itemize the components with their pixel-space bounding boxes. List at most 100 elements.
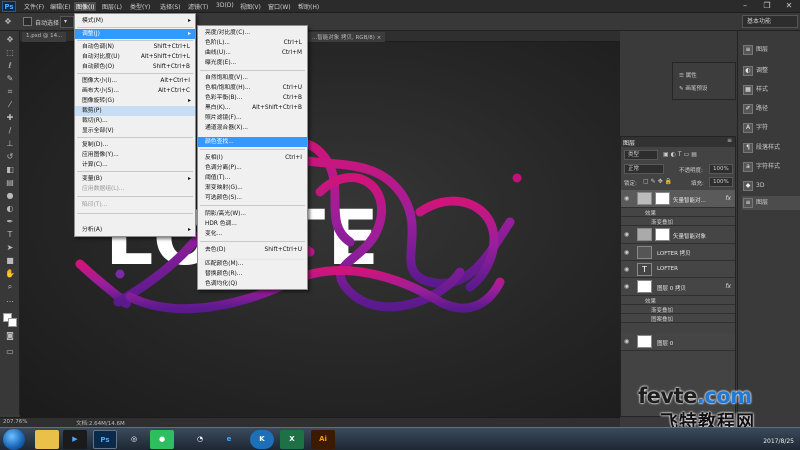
menu-view[interactable]: 视图(V) (238, 2, 263, 11)
menu-item-photo-filter[interactable]: 照片滤镜(F)... (198, 113, 307, 123)
workspace-switcher[interactable]: 基本功能 (742, 15, 798, 28)
restore-icon[interactable]: ❐ (756, 0, 778, 13)
eyedropper-icon[interactable]: ⁄ (5, 100, 15, 110)
menu-item-match-color[interactable]: 匹配颜色(M)... (198, 259, 307, 269)
document-tab-1[interactable]: 1.psd @ 14... (22, 32, 67, 42)
layer-row-layer0-copy[interactable]: ◉ 图层 0 拷贝 fx (621, 278, 735, 296)
close-icon[interactable]: ✕ (778, 0, 800, 13)
opacity-input[interactable]: 100% (709, 164, 733, 174)
layer-effect-gradient-overlay[interactable]: 渐变叠加 (621, 305, 735, 314)
dock-paths-button[interactable]: ✐ 路径 (742, 102, 800, 116)
menu-item-levels[interactable]: 色阶(L)... Ctrl+L (198, 38, 307, 48)
menu-edit[interactable]: 编辑(E) (48, 2, 72, 11)
photoshop-taskbar-icon[interactable]: Ps (93, 430, 117, 449)
fx-badge[interactable]: fx (725, 283, 731, 290)
eye-icon[interactable]: ◉ (624, 231, 632, 239)
layer-row-vector-smart-object-copy[interactable]: ◉ 矢量智能对... fx (621, 190, 735, 208)
move-icon[interactable]: ✥ (5, 35, 15, 45)
menu-item-crop[interactable]: 裁剪(P) (75, 106, 195, 116)
marquee-icon[interactable]: ⬚ (5, 48, 15, 58)
auto-select-checkbox[interactable] (23, 17, 32, 26)
menu-item-exposure[interactable]: 曝光度(E)... (198, 58, 307, 68)
menu-item-gradient-map[interactable]: 渐变映射(G)... (198, 183, 307, 193)
dock-3d-button[interactable]: ◆ 3D (742, 179, 800, 193)
qq-icon[interactable]: ◔ (188, 430, 212, 449)
blend-mode-select[interactable]: 正常 (624, 164, 664, 174)
layer-row-lofter[interactable]: ◉ T LOFTER (621, 261, 735, 278)
layer-row-layer0[interactable]: ◉ 图层 0 (621, 333, 735, 351)
rectangle-icon[interactable]: ■ (5, 256, 15, 266)
dock-paragraph-styles-button[interactable]: ¶ 段落样式 (742, 141, 800, 155)
menu-help[interactable]: 帮助(H) (296, 2, 321, 11)
blur-icon[interactable]: ● (5, 191, 15, 201)
layer-row-lofter-copy[interactable]: ◉ LOFTER 拷贝 (621, 244, 735, 261)
screen-mode-icon[interactable]: ▭ (5, 347, 15, 357)
minimize-icon[interactable]: – (734, 0, 756, 13)
menu-layer[interactable]: 图层(L) (100, 2, 124, 11)
menu-image[interactable]: 图像(I) (74, 2, 97, 11)
fill-input[interactable]: 100% (709, 177, 733, 187)
quick-mask-icon[interactable]: ◙ (5, 331, 15, 341)
more-tools-icon[interactable]: … (5, 295, 15, 305)
pen-icon[interactable]: ✒ (5, 217, 15, 227)
fx-badge[interactable]: fx (725, 195, 731, 202)
layer-row-vector-smart-object[interactable]: ◉ 矢量智能对象 (621, 226, 735, 244)
brush-presets-panel-button[interactable]: ✎ 画笔预设 (679, 84, 707, 92)
move-tool-icon[interactable]: ✥ (3, 17, 13, 27)
document-tab-2[interactable]: ...智能对象 拷贝, RGB/8) × (308, 32, 386, 42)
excel-icon[interactable]: X (280, 430, 304, 449)
zoom-readout[interactable]: 207.76% (3, 419, 27, 425)
history-brush-icon[interactable]: ↺ (5, 152, 15, 162)
type-icon[interactable]: T (5, 230, 15, 240)
dodge-icon[interactable]: ◐ (5, 204, 15, 214)
menu-item-variations[interactable]: 变化... (198, 229, 307, 239)
menu-item-auto-contrast[interactable]: 自动对比度(U) Alt+Shift+Ctrl+L (75, 52, 195, 62)
file-explorer-icon[interactable] (35, 430, 59, 449)
menu-item-posterize[interactable]: 色调分离(P)... (198, 163, 307, 173)
start-button[interactable] (3, 429, 25, 450)
panel-menu-icon[interactable]: ≡ (727, 137, 732, 144)
illustrator-icon[interactable]: Ai (311, 430, 335, 449)
eye-icon[interactable]: ◉ (624, 195, 632, 203)
menu-item-threshold[interactable]: 阈值(T)... (198, 173, 307, 183)
healing-brush-icon[interactable]: ✚ (5, 113, 15, 123)
menu-item-hue-saturation[interactable]: 色相/饱和度(H)... Ctrl+U (198, 83, 307, 93)
eye-icon[interactable]: ◉ (624, 283, 632, 291)
menu-type[interactable]: 类型(Y) (128, 2, 152, 11)
menu-item-color-balance[interactable]: 色彩平衡(B)... Ctrl+B (198, 93, 307, 103)
layer-kind-filter-select[interactable]: 类型 (624, 150, 658, 160)
taskbar-clock[interactable]: 2017/8/25 (763, 438, 794, 445)
menu-item-brightness-contrast[interactable]: 亮度/对比度(C)... (198, 28, 307, 38)
menu-item-image-size[interactable]: 图像大小(I)... Alt+Ctrl+I (75, 76, 195, 86)
menu-item-vibrance[interactable]: 自然饱和度(V)... (198, 73, 307, 83)
k-app-icon[interactable]: K (250, 430, 274, 449)
dock-character-button[interactable]: A 字符 (742, 121, 800, 135)
menu-item-shadows-highlights[interactable]: 阴影/高光(W)... (198, 209, 307, 219)
menu-item-mode[interactable]: 模式(M) ▸ (75, 16, 195, 26)
layer-effects-row[interactable]: 效果 (621, 208, 735, 217)
menu-item-color-lookup[interactable]: 颜色查找... (198, 137, 307, 147)
layer-filter-icons[interactable]: ▣◐T▭▤ (663, 151, 699, 158)
menu-item-invert[interactable]: 反相(I) Ctrl+I (198, 153, 307, 163)
menu-item-equalize[interactable]: 色调均化(Q) (198, 279, 307, 289)
menu-item-apply-image[interactable]: 应用图像(Y)... (75, 150, 195, 160)
properties-panel-button[interactable]: ☰ 属性 (679, 71, 697, 79)
eraser-icon[interactable]: ◧ (5, 165, 15, 175)
menu-filter[interactable]: 滤镜(T) (186, 2, 210, 11)
lasso-icon[interactable]: ℓ (5, 61, 15, 71)
lock-icons[interactable]: ▢✎✥🔒 (643, 178, 674, 185)
menu-item-image-rotation[interactable]: 图像旋转(G) ▸ (75, 96, 195, 106)
eye-icon[interactable]: ◉ (624, 266, 632, 274)
layer-effects-row[interactable]: 效果 (621, 296, 735, 305)
zoom-icon[interactable]: ⌕ (5, 282, 15, 292)
menu-item-analysis[interactable]: 分析(A) ▸ (75, 225, 195, 235)
eye-icon[interactable]: ◉ (624, 338, 632, 346)
background-color-swatch[interactable] (8, 318, 17, 327)
menu-item-canvas-size[interactable]: 画布大小(S)... Alt+Ctrl+C (75, 86, 195, 96)
browser-icon[interactable]: ◎ (122, 430, 146, 449)
brush-icon[interactable]: / (5, 126, 15, 136)
menu-item-auto-color[interactable]: 自动颜色(O) Shift+Ctrl+B (75, 62, 195, 72)
menu-item-calculations[interactable]: 计算(C)... (75, 160, 195, 170)
internet-explorer-icon[interactable]: e (217, 430, 241, 449)
menu-item-variables[interactable]: 变量(B) ▸ (75, 174, 195, 184)
